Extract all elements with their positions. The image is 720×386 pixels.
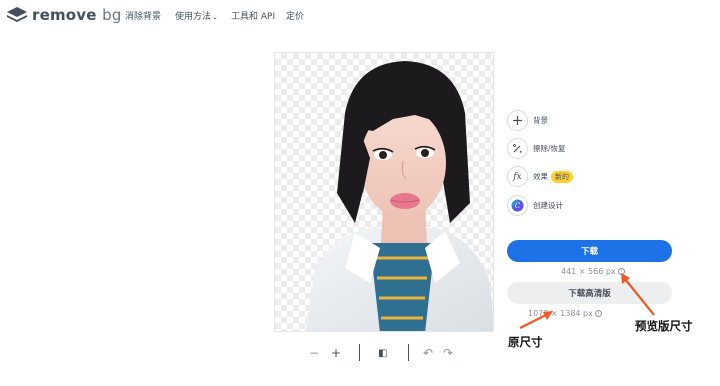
toolbar-divider [359, 344, 360, 361]
annotation-original-size: 原尺寸 [508, 335, 543, 349]
toolbar-divider [408, 344, 409, 361]
compare-icon[interactable]: ◧ [378, 348, 387, 359]
zoom-in-button[interactable]: + [331, 346, 341, 360]
undo-icon[interactable]: ↶ [423, 346, 433, 360]
zoom-out-button[interactable]: − [309, 346, 319, 360]
redo-icon[interactable]: ↷ [443, 346, 453, 360]
annotation-arrows [519, 273, 655, 329]
annotation-preview-size: 预览版尺寸 [635, 319, 693, 333]
